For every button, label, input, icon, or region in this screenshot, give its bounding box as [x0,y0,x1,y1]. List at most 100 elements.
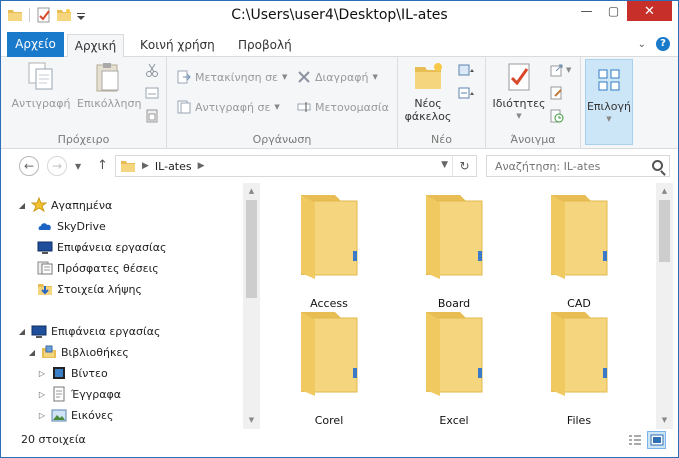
arrow-up-icon: ↑ [97,158,108,173]
nav-desktop-root[interactable]: ◢ Επιφάνεια εργασίας [17,321,160,341]
group-new: Νέος φάκελος Νέο [398,57,486,149]
breadcrumb-separator-icon[interactable]: ▶ [142,161,149,171]
scroll-down-icon[interactable]: ▼ [656,412,673,429]
breadcrumb-current[interactable]: IL-ates [155,160,192,173]
download-folder-icon [37,281,53,297]
tab-share[interactable]: Κοινή χρήση [131,34,224,57]
nav-downloads[interactable]: Στοιχεία λήψης [37,279,142,299]
forward-button[interactable]: → [47,156,67,176]
scroll-up-icon[interactable]: ▲ [243,183,260,200]
item-count: 20 στοιχεία [21,433,86,446]
address-dropdown-icon[interactable]: ▼ [441,160,448,170]
content-scroll-thumb[interactable] [659,200,670,262]
nav-documents[interactable]: ▷ Έγγραφα [37,384,121,404]
copy-to-label: Αντιγραφή σε [195,100,271,114]
expand-arrow-icon[interactable]: ◢ [17,201,27,210]
breadcrumb-separator-icon[interactable]: ▶ [198,161,205,171]
folder-icon [422,193,486,279]
nav-scroll-thumb[interactable] [246,200,257,298]
rename-button[interactable]: Μετονομασία [297,97,389,117]
paste-shortcut-icon[interactable] [145,109,159,123]
status-bar: 20 στοιχεία [1,429,678,457]
content-scrollbar[interactable]: ▲ ▼ [656,183,673,429]
properties-button[interactable]: Ιδιότητες ▼ [492,61,546,120]
nav-pictures[interactable]: ▷ Εικόνες [37,405,113,425]
nav-recent[interactable]: Πρόσφατες θέσεις [37,258,159,278]
delete-button[interactable]: Διαγραφή ▼ [297,67,378,87]
chevron-down-icon: ▼ [606,115,612,123]
nav-desktop[interactable]: Επιφάνεια εργασίας [37,237,166,257]
tab-view[interactable]: Προβολή [229,34,301,57]
folder-item[interactable]: CAD [519,189,639,310]
search-input[interactable] [495,157,650,175]
large-icons-view-icon [650,434,663,446]
select-button[interactable]: Επιλογή ▼ [585,59,633,145]
nav-scrollbar[interactable]: ▲ ▼ [243,183,260,429]
scroll-down-icon[interactable]: ▼ [243,412,260,429]
chevron-down-icon: ▼ [274,103,280,111]
back-button[interactable]: ← [19,156,39,176]
paste-button[interactable]: Επικόλληση [77,61,141,110]
open-icon[interactable] [550,63,564,77]
group-select: Επιλογή ▼ [581,57,637,149]
folder-item[interactable]: Board [394,189,514,310]
copy-icon [25,61,57,93]
nav-label: Επιφάνεια εργασίας [57,240,167,254]
tab-file[interactable]: Αρχείο [7,32,64,57]
expand-arrow-icon[interactable]: ▷ [37,411,47,420]
chevron-down-icon[interactable]: ⌄ [638,39,646,50]
folder-item[interactable]: Access [269,189,389,310]
large-icons-view-button[interactable] [647,431,666,449]
nav-libraries[interactable]: ◢ Βιβλιοθήκες [27,342,129,362]
recent-dropdown-icon[interactable]: ▼ [75,162,81,171]
history-icon[interactable] [550,109,564,123]
nav-label: Στοιχεία λήψης [57,282,142,296]
expand-arrow-icon[interactable]: ▷ [37,369,47,378]
explorer-window: C:\Users\user4\Desktop\IL-ates — ▢ ✕ Αρχ… [0,0,679,458]
copy-to-button[interactable]: Αντιγραφή σε ▼ [177,97,280,117]
refresh-button[interactable]: ↻ [452,156,476,176]
delete-label: Διαγραφή [315,70,369,84]
folder-name: Corel [314,414,344,427]
minimize-button[interactable]: — [573,1,600,21]
maximize-button[interactable]: ▢ [600,1,627,21]
edit-icon[interactable] [550,86,564,100]
new-folder-button[interactable]: Νέος φάκελος [404,61,452,123]
chevron-down-icon[interactable]: ▼ [566,66,571,74]
search-box[interactable] [486,155,670,177]
folder-icon [297,310,361,396]
folder-item[interactable]: Corel [269,306,389,427]
copy-button[interactable]: Αντιγραφή [11,61,71,110]
close-button[interactable]: ✕ [627,1,672,21]
scroll-up-icon[interactable]: ▲ [656,183,673,200]
cut-icon[interactable] [145,63,159,77]
picture-icon [51,407,67,423]
folder-icon [547,193,611,279]
address-bar[interactable]: ▶ IL-ates ▶ ▼ ↻ [115,155,477,177]
libraries-icon [41,344,57,360]
copy-path-icon[interactable] [145,86,159,100]
folder-item[interactable]: Excel [394,306,514,427]
ribbon-controls: ⌄ ? [638,37,670,51]
move-to-button[interactable]: Μετακίνηση σε ▼ [177,67,287,87]
new-item-icon[interactable] [458,63,474,77]
easy-access-icon[interactable] [458,86,474,100]
nav-skydrive[interactable]: SkyDrive [37,216,106,236]
nav-favorites[interactable]: ◢ Αγαπημένα [17,195,112,215]
up-button[interactable]: ↑ [97,158,108,173]
expand-arrow-icon[interactable]: ▷ [37,390,47,399]
nav-label: Βιβλιοθήκες [61,345,129,359]
folder-item[interactable]: Files [519,306,639,427]
nav-videos[interactable]: ▷ Βίντεο [37,363,108,383]
nav-label: Πρόσφατες θέσεις [57,261,159,275]
details-view-button[interactable] [625,431,644,449]
nav-label: Έγγραφα [71,387,121,401]
expand-arrow-icon[interactable]: ◢ [17,327,27,336]
group-organize: Μετακίνηση σε ▼ Αντιγραφή σε ▼ Διαγραφή … [167,57,398,149]
tab-home[interactable]: Αρχική [67,34,124,58]
expand-arrow-icon[interactable]: ◢ [27,348,37,357]
nav-label: Εικόνες [71,408,114,422]
group-open: Ιδιότητες ▼ ▼ Άνοιγμα [486,57,581,149]
help-icon[interactable]: ? [656,37,670,51]
move-icon [177,70,191,84]
